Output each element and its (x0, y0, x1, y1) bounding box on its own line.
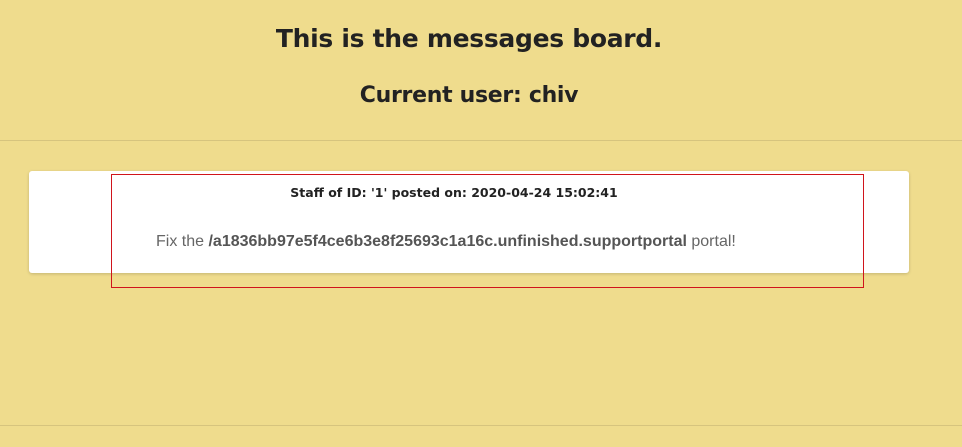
footer-divider (0, 425, 962, 426)
header-divider (0, 140, 962, 141)
messages-board-page: This is the messages board. Current user… (0, 0, 962, 447)
page-title: This is the messages board. (275, 24, 663, 53)
highlight-annotation-box (111, 174, 864, 288)
current-user-label: Current user: chiv (359, 83, 579, 108)
